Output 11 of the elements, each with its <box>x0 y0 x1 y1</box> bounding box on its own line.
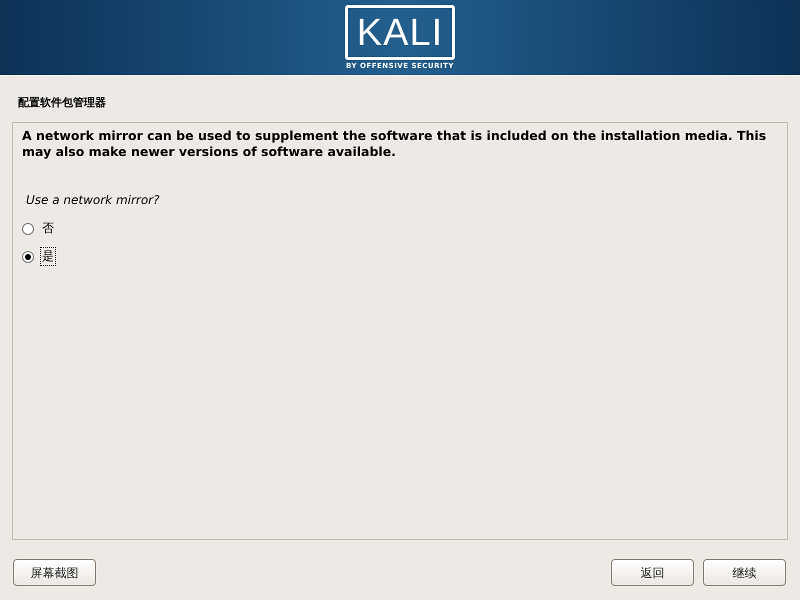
logo-text: KALI <box>356 14 444 52</box>
page-title: 配置软件包管理器 <box>18 96 106 109</box>
option-label[interactable]: 否 <box>40 219 56 238</box>
radio-button[interactable] <box>22 222 34 234</box>
radio-button[interactable] <box>22 250 34 262</box>
dialog-button[interactable]: 屏幕截图 <box>13 559 96 586</box>
dialog-button[interactable]: 继续 <box>703 559 786 586</box>
question-text: Use a network mirror? <box>26 192 160 208</box>
description-text: A network mirror can be used to supplement the software that is included on the installation media. This may also make newer versions of software available. <box>22 128 768 160</box>
dialog-button[interactable]: 返回 <box>611 559 694 586</box>
option-label[interactable]: 是 <box>40 247 56 266</box>
